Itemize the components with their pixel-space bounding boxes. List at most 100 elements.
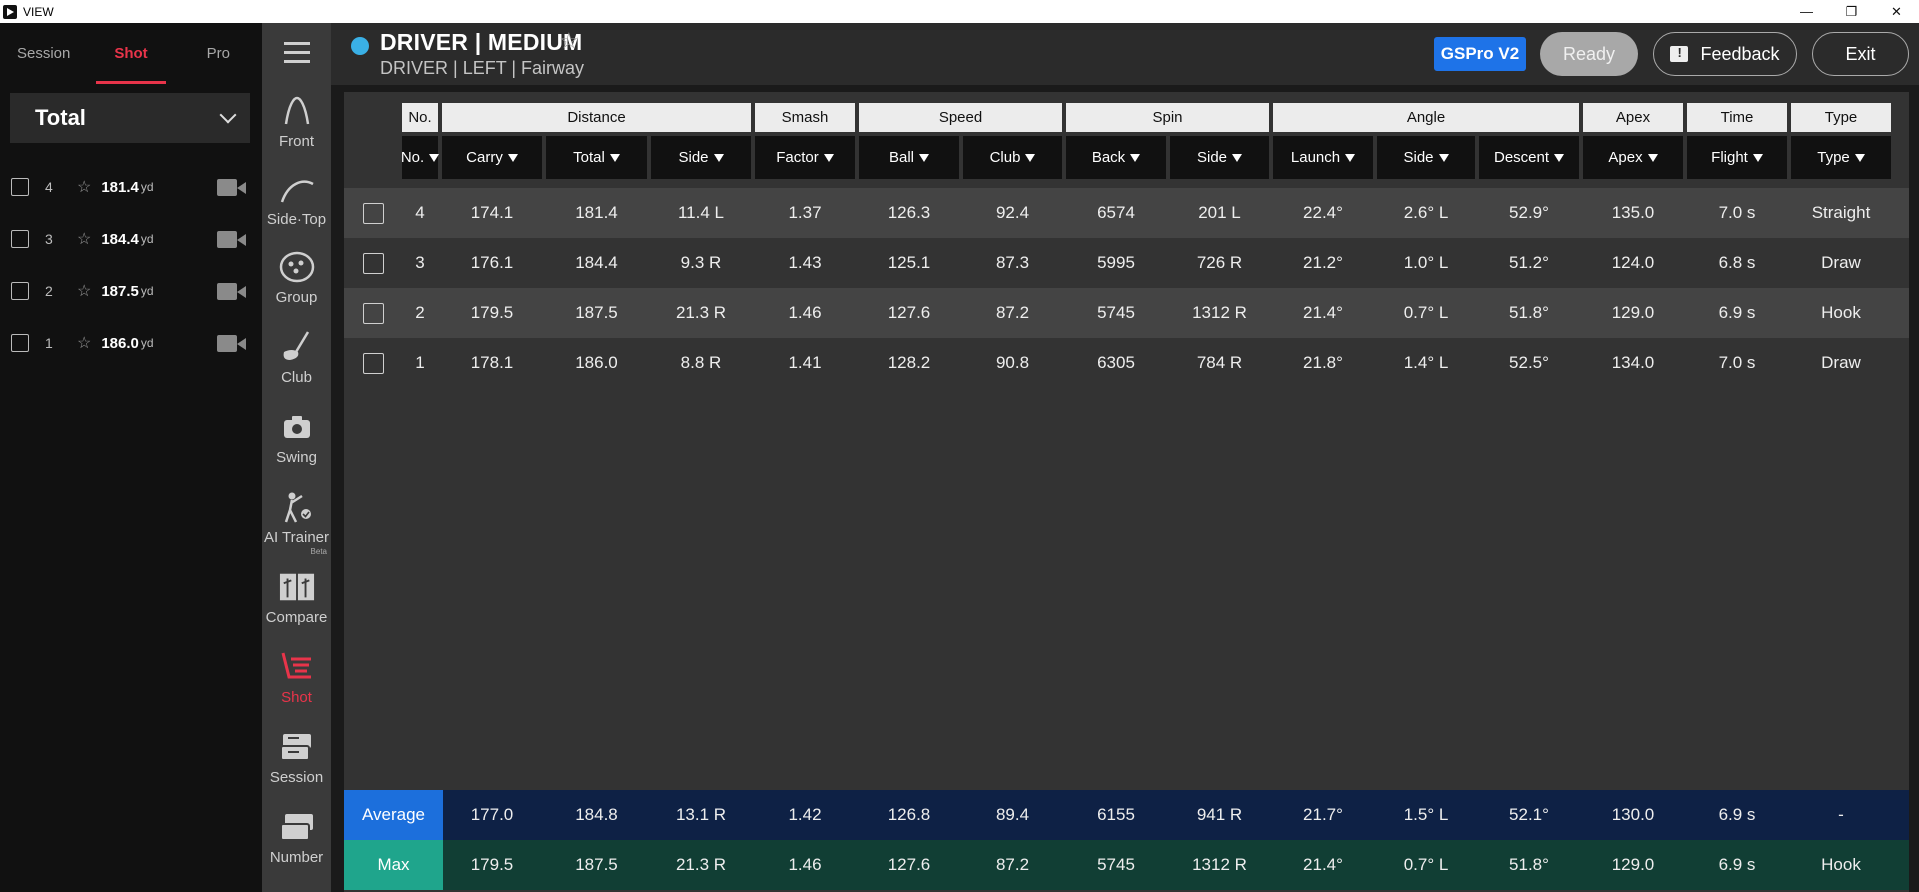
- exit-button[interactable]: Exit: [1812, 32, 1909, 76]
- distance-unit: yd: [140, 232, 154, 246]
- nav-item-side-top[interactable]: Side·Top: [262, 171, 331, 249]
- cell-no: 1: [415, 353, 425, 372]
- group-header-spin: Spin: [1066, 103, 1269, 132]
- video-camera-icon[interactable]: [217, 231, 246, 248]
- row-checkbox[interactable]: [363, 303, 384, 324]
- row-checkbox[interactable]: [363, 353, 384, 374]
- favorite-star-icon[interactable]: ☆: [77, 177, 91, 197]
- chevron-down-icon: [219, 106, 237, 124]
- shot-list: 4 ☆ 181.4 yd 3 ☆ 184.4 yd 2 ☆ 187.5 yd 1…: [0, 161, 262, 369]
- shot-table: No. Distance Smash Speed Spin Angle Apex…: [344, 92, 1909, 892]
- ready-button[interactable]: Ready: [1540, 32, 1638, 76]
- cell-type: Draw: [1821, 253, 1861, 272]
- close-button[interactable]: ✕: [1874, 0, 1919, 23]
- column-header-factor[interactable]: Factor: [755, 136, 855, 179]
- column-header-angle-side[interactable]: Side: [1377, 136, 1475, 179]
- favorite-star-icon[interactable]: ☆: [77, 281, 91, 301]
- column-header-apex[interactable]: Apex: [1583, 136, 1683, 179]
- cell-descent: 51.8°: [1509, 303, 1549, 322]
- shot-list-item[interactable]: 2 ☆ 187.5 yd: [0, 265, 262, 317]
- nav-label: Compare: [265, 609, 328, 626]
- restore-button[interactable]: ❐: [1829, 0, 1874, 23]
- column-header-distance-side[interactable]: Side: [651, 136, 751, 179]
- cell-apex: 124.0: [1611, 253, 1655, 272]
- shot-checkbox[interactable]: [11, 178, 29, 196]
- minimize-button[interactable]: —: [1784, 0, 1829, 23]
- group-header-no: No.: [402, 103, 438, 132]
- feedback-label: Feedback: [1700, 43, 1780, 64]
- column-header-back[interactable]: Back: [1066, 136, 1166, 179]
- shot-list-item[interactable]: 4 ☆ 181.4 yd: [0, 161, 262, 213]
- video-camera-icon[interactable]: [217, 335, 246, 352]
- video-camera-icon[interactable]: [217, 283, 246, 300]
- table-row[interactable]: 3 176.1 184.4 9.3 R 1.43 125.1 87.3 5995…: [344, 238, 1909, 288]
- nav-item-number[interactable]: Number: [262, 809, 331, 887]
- cell-angle-side: 2.6° L: [1403, 203, 1449, 222]
- nav-item-front[interactable]: Front: [262, 93, 331, 171]
- sort-down-icon: [429, 153, 440, 162]
- cell-spin-side: 784 R: [1196, 353, 1243, 372]
- cell-total: 181.4: [575, 203, 618, 222]
- column-header-spin-side[interactable]: Side: [1170, 136, 1269, 179]
- column-header-type[interactable]: Type: [1791, 136, 1891, 179]
- row-checkbox[interactable]: [363, 203, 384, 224]
- video-camera-icon[interactable]: [217, 179, 246, 196]
- feedback-button[interactable]: Feedback: [1653, 32, 1797, 76]
- column-header-club[interactable]: Club: [963, 136, 1062, 179]
- max-carry: 179.5: [470, 855, 514, 874]
- shot-list-item[interactable]: 1 ☆ 186.0 yd: [0, 317, 262, 369]
- column-header-descent[interactable]: Descent: [1479, 136, 1579, 179]
- cell-descent: 52.9°: [1509, 203, 1549, 222]
- table-row[interactable]: 2 179.5 187.5 21.3 R 1.46 127.6 87.2 574…: [344, 288, 1909, 338]
- max-descent: 51.8°: [1509, 855, 1549, 874]
- column-header-ball[interactable]: Ball: [859, 136, 959, 179]
- nav-item-compare[interactable]: Compare: [262, 569, 331, 647]
- shot-checkbox[interactable]: [11, 230, 29, 248]
- column-header-no[interactable]: No.: [401, 136, 440, 179]
- group-header-apex: Apex: [1583, 103, 1683, 132]
- shot-list-item[interactable]: 3 ☆ 184.4 yd: [0, 213, 262, 265]
- hamburger-menu-icon[interactable]: [284, 42, 310, 69]
- column-header-launch[interactable]: Launch: [1273, 136, 1373, 179]
- cell-descent: 51.2°: [1509, 253, 1549, 272]
- column-header-flight[interactable]: Flight: [1687, 136, 1787, 179]
- page-title: DRIVER | MEDIUM: [380, 29, 583, 55]
- max-apex: 129.0: [1611, 855, 1655, 874]
- distance-unit: yd: [140, 180, 154, 194]
- column-header-carry[interactable]: Carry: [442, 136, 542, 179]
- tab-pro[interactable]: Pro: [175, 23, 262, 84]
- cell-angle-side: 1.0° L: [1403, 253, 1449, 272]
- table-row[interactable]: 4 174.1 181.4 11.4 L 1.37 126.3 92.4 657…: [344, 188, 1909, 238]
- nav-item-shot[interactable]: Shot: [262, 649, 331, 727]
- max-label: Max: [344, 840, 443, 890]
- tab-shot[interactable]: Shot: [87, 23, 174, 84]
- shot-checkbox[interactable]: [11, 282, 29, 300]
- table-row[interactable]: 1 178.1 186.0 8.8 R 1.41 128.2 90.8 6305…: [344, 338, 1909, 388]
- nav-item-swing[interactable]: Swing: [262, 409, 331, 487]
- cell-type: Hook: [1821, 303, 1861, 322]
- cell-back: 5995: [1097, 253, 1135, 272]
- tab-session[interactable]: Session: [0, 23, 87, 84]
- gspro-badge[interactable]: GSPro V2: [1434, 37, 1526, 71]
- club-filter-dropdown[interactable]: Total: [10, 93, 250, 143]
- shot-number: 3: [45, 231, 53, 247]
- favorite-star-icon[interactable]: ☆: [77, 333, 91, 353]
- column-header-total[interactable]: Total: [546, 136, 647, 179]
- nav-item-group[interactable]: Group: [262, 249, 331, 327]
- cell-launch: 22.4°: [1303, 203, 1343, 222]
- top-header: DRIVER | MEDIUM ☆ DRIVER | LEFT | Fairwa…: [331, 23, 1919, 85]
- window-titlebar: VIEW — ❐ ✕: [0, 0, 1919, 23]
- favorite-star-icon[interactable]: ☆: [77, 229, 91, 249]
- group-header-smash: Smash: [755, 103, 855, 132]
- nav-item-ai-trainer[interactable]: AI Trainer Beta: [262, 489, 331, 567]
- avg-launch: 21.7°: [1303, 805, 1343, 824]
- group-header-angle: Angle: [1273, 103, 1579, 132]
- sort-down-icon: [1130, 153, 1141, 162]
- max-row: Max 179.5 187.5 21.3 R 1.46 127.6 87.2 5…: [344, 840, 1909, 890]
- row-checkbox[interactable]: [363, 253, 384, 274]
- shot-checkbox[interactable]: [11, 334, 29, 352]
- nav-item-session[interactable]: Session: [262, 729, 331, 807]
- cell-back: 5745: [1097, 303, 1135, 322]
- favorite-star-icon[interactable]: ☆: [559, 28, 579, 54]
- nav-item-club[interactable]: Club: [262, 329, 331, 407]
